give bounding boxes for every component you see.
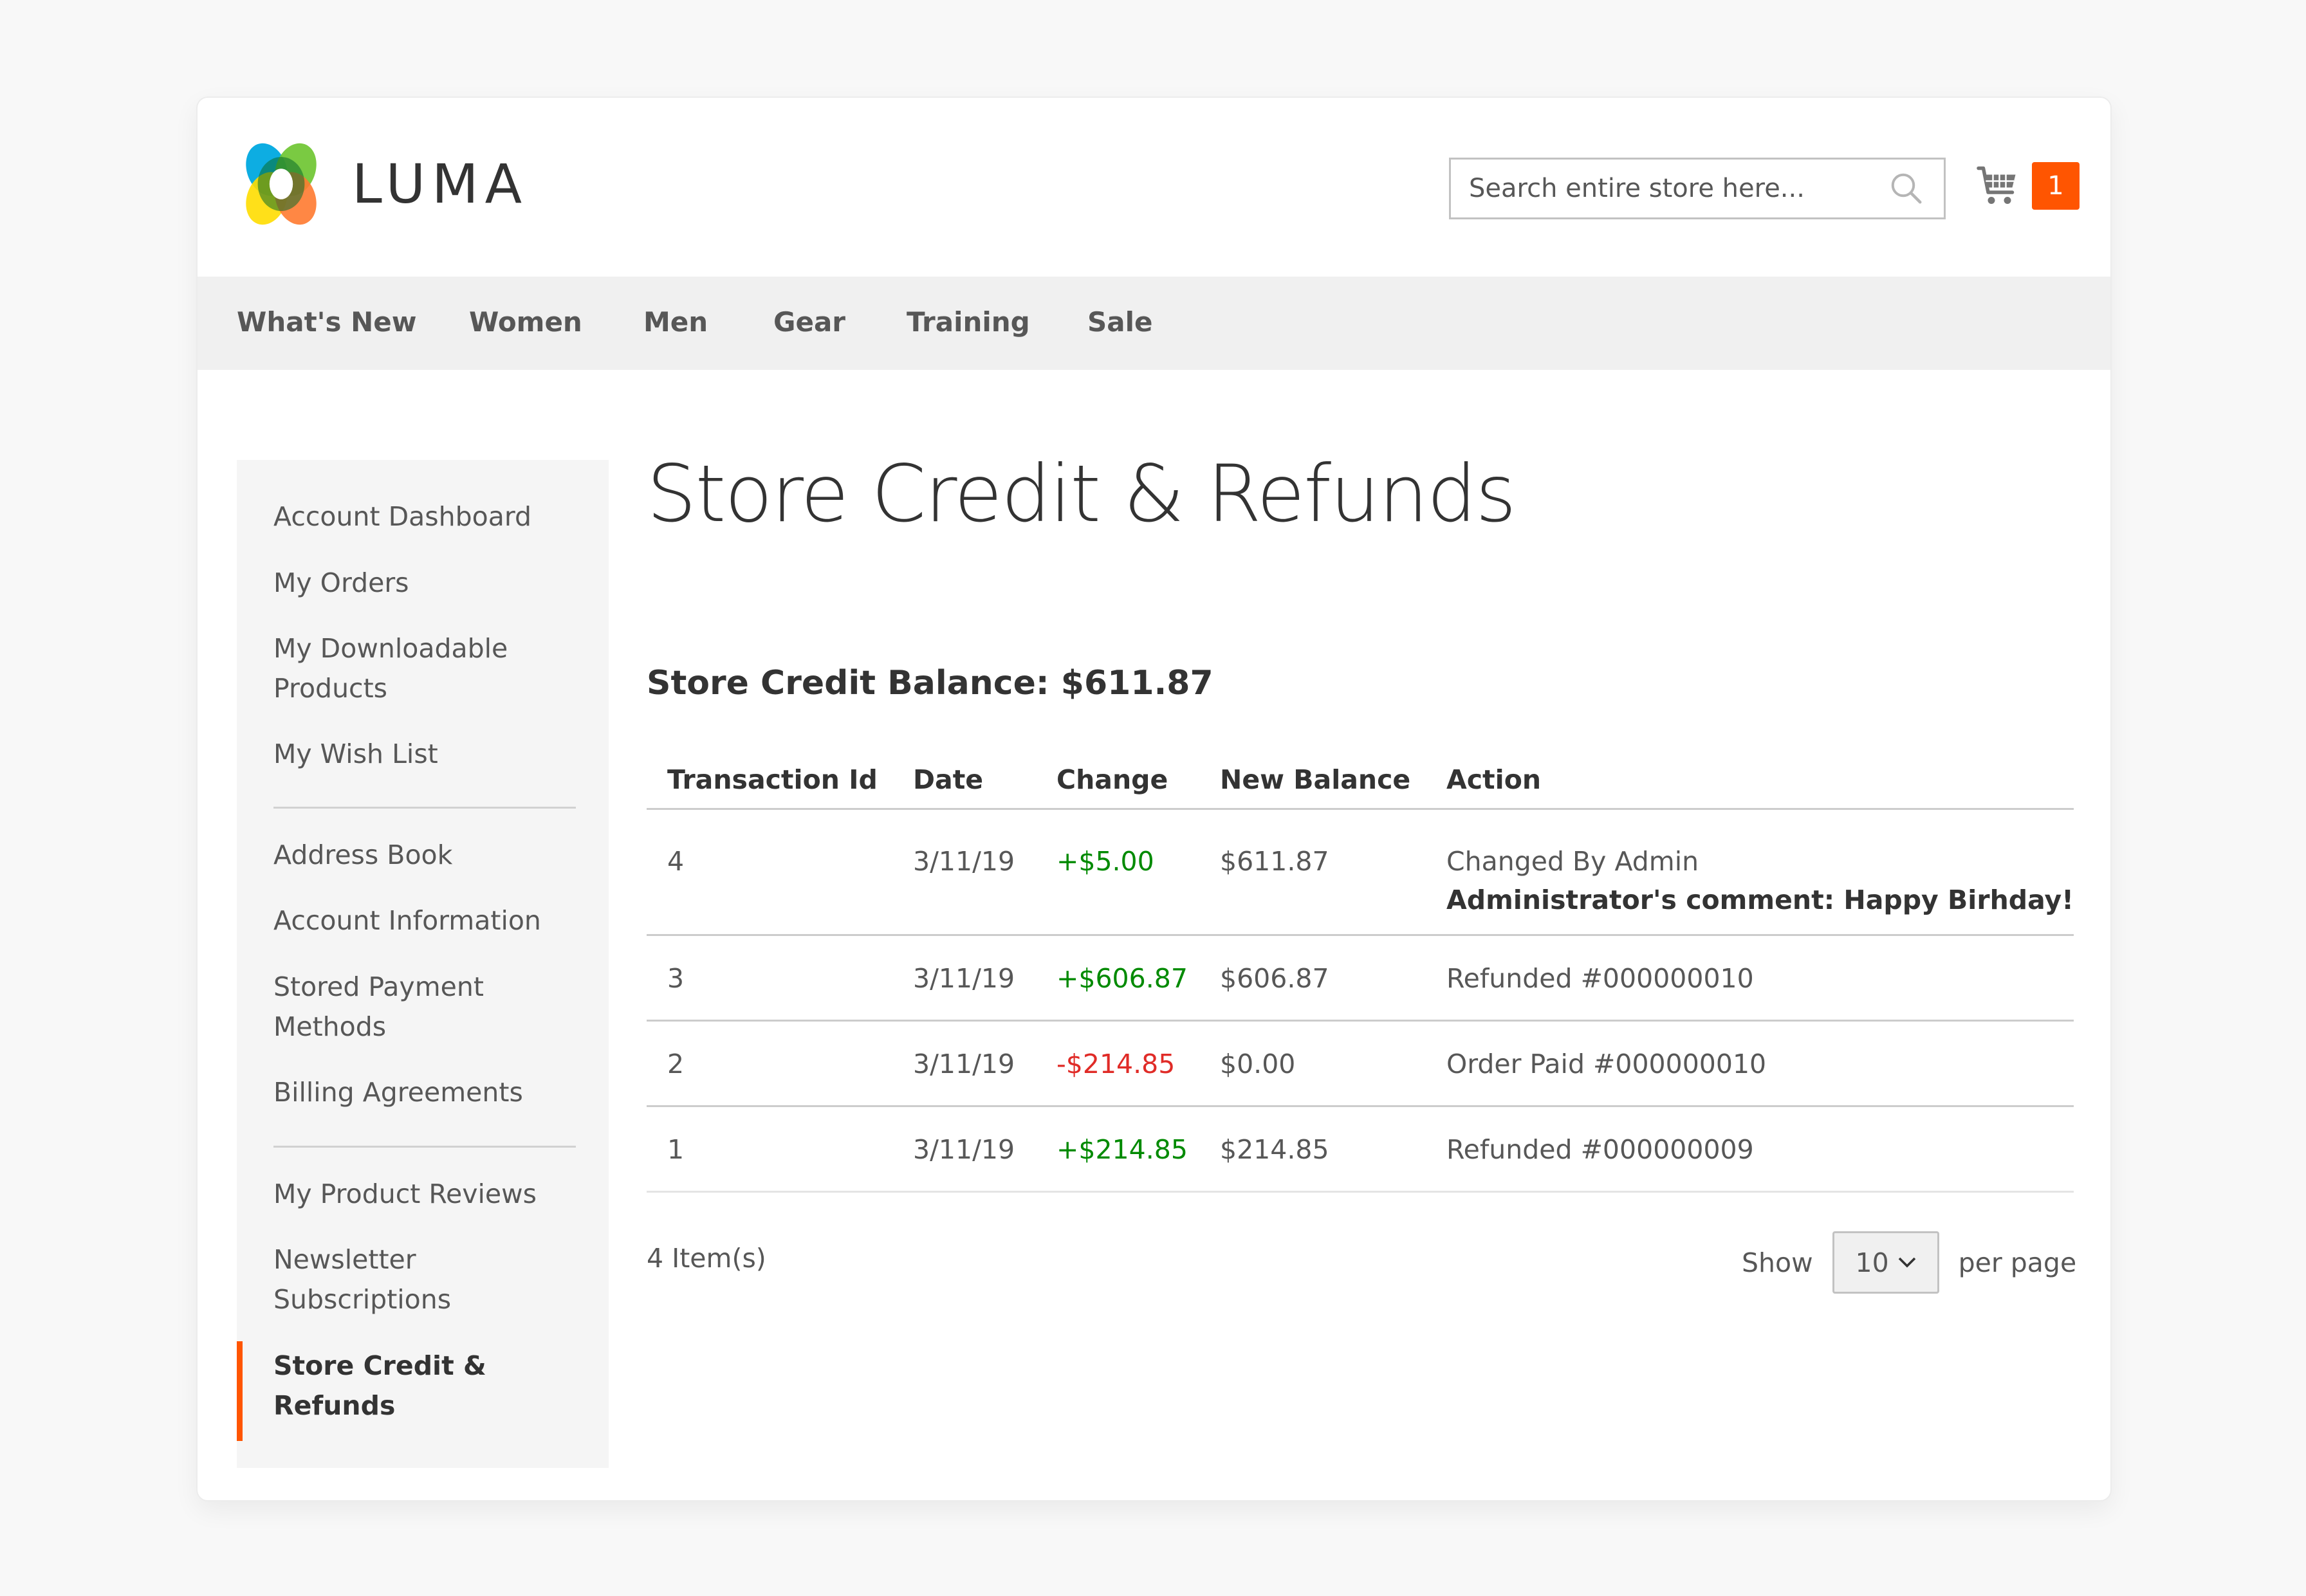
sidebar-divider xyxy=(273,1146,576,1148)
cell-action: Changed By Admin Administrator's comment… xyxy=(1446,846,2074,915)
cart-icon[interactable] xyxy=(1975,163,2020,209)
sidebar-item-my-orders[interactable]: My Orders xyxy=(273,563,576,603)
table-row: 2 3/11/19 -$214.85 $0.00 Order Paid #000… xyxy=(647,1022,2074,1107)
account-sidebar: Account Dashboard My Orders My Downloada… xyxy=(237,460,609,1468)
active-indicator xyxy=(237,1341,243,1441)
items-count: 4 Item(s) xyxy=(647,1243,766,1274)
search-icon[interactable] xyxy=(1887,169,1926,208)
main-nav: What's New Women Men Gear Training Sale xyxy=(198,277,2110,370)
cell-date: 3/11/19 xyxy=(913,1049,1015,1079)
sidebar-item-address-book[interactable]: Address Book xyxy=(273,835,576,875)
nav-item-whats-new[interactable]: What's New xyxy=(237,306,417,338)
cell-transaction-id: 1 xyxy=(667,1134,685,1165)
column-header-action: Action xyxy=(1446,764,1542,795)
store-credit-balance: Store Credit Balance: $611.87 xyxy=(647,664,1213,702)
brand-name: LUMA xyxy=(352,152,529,216)
table-row: 4 3/11/19 +$5.00 $611.87 Changed By Admi… xyxy=(647,810,2074,936)
sidebar-item-my-downloadable-products[interactable]: My Downloadable Products xyxy=(273,628,576,708)
cell-transaction-id: 2 xyxy=(667,1049,685,1079)
nav-item-training[interactable]: Training xyxy=(907,306,1030,338)
table-row: 1 3/11/19 +$214.85 $214.85 Refunded #000… xyxy=(647,1107,2074,1193)
nav-item-men[interactable]: Men xyxy=(643,306,708,338)
action-text: Changed By Admin xyxy=(1446,846,1699,877)
transactions-table: Transaction Id Date Change New Balance A… xyxy=(647,741,2074,1193)
limiter-show-label: Show xyxy=(1742,1247,1813,1278)
cell-date: 3/11/19 xyxy=(913,1134,1015,1165)
sidebar-item-account-information[interactable]: Account Information xyxy=(273,901,576,940)
cell-new-balance: $0.00 xyxy=(1220,1049,1296,1079)
column-header-transaction-id: Transaction Id xyxy=(667,764,878,795)
minicart[interactable]: 1 xyxy=(1975,162,2080,210)
page-size-limiter: Show 10 per page xyxy=(1742,1231,2076,1294)
column-header-new-balance: New Balance xyxy=(1220,764,1411,795)
page-title: Store Credit & Refunds xyxy=(647,448,1517,540)
cell-date: 3/11/19 xyxy=(913,963,1015,994)
table-row: 3 3/11/19 +$606.87 $606.87 Refunded #000… xyxy=(647,936,2074,1022)
cell-transaction-id: 4 xyxy=(667,846,685,877)
chevron-down-icon xyxy=(1898,1257,1915,1268)
column-header-date: Date xyxy=(913,764,984,795)
page-card: LUMA 1 What's New Women Men Gear Trainin… xyxy=(196,96,2112,1501)
cell-new-balance: $611.87 xyxy=(1220,846,1329,877)
sidebar-item-newsletter-subscriptions[interactable]: Newsletter Subscriptions xyxy=(273,1240,576,1319)
sidebar-item-my-wish-list[interactable]: My Wish List xyxy=(273,734,576,774)
nav-item-sale[interactable]: Sale xyxy=(1087,306,1152,338)
cell-action: Refunded #000000010 xyxy=(1446,963,1754,994)
logo[interactable]: LUMA xyxy=(236,139,528,229)
sidebar-item-account-dashboard[interactable]: Account Dashboard xyxy=(273,497,576,537)
sidebar-divider xyxy=(273,807,576,809)
cell-action: Order Paid #000000010 xyxy=(1446,1049,1767,1079)
column-header-change: Change xyxy=(1056,764,1168,795)
page-size-select[interactable]: 10 xyxy=(1832,1231,1939,1294)
sidebar-item-store-credit-refunds[interactable]: Store Credit & Refunds xyxy=(273,1346,576,1426)
table-header: Transaction Id Date Change New Balance A… xyxy=(647,741,2074,810)
cell-change: +$606.87 xyxy=(1056,963,1188,994)
nav-item-gear[interactable]: Gear xyxy=(773,306,845,338)
cell-change: -$214.85 xyxy=(1056,1049,1176,1079)
search-box[interactable] xyxy=(1449,158,1946,219)
luma-logo-icon xyxy=(246,143,317,225)
cell-change: +$5.00 xyxy=(1056,846,1154,877)
limiter-per-page-label: per page xyxy=(1958,1247,2077,1278)
cell-change: +$214.85 xyxy=(1056,1134,1188,1165)
cell-date: 3/11/19 xyxy=(913,846,1015,877)
cell-action: Refunded #000000009 xyxy=(1446,1134,1754,1165)
cart-count-badge: 1 xyxy=(2032,162,2080,210)
cell-transaction-id: 3 xyxy=(667,963,685,994)
cell-new-balance: $606.87 xyxy=(1220,963,1329,994)
nav-item-women[interactable]: Women xyxy=(469,306,582,338)
admin-comment: Administrator's comment: Happy Birhday! xyxy=(1446,885,2074,915)
cell-new-balance: $214.85 xyxy=(1220,1134,1329,1165)
sidebar-item-my-product-reviews[interactable]: My Product Reviews xyxy=(273,1174,576,1214)
page-size-value: 10 xyxy=(1855,1247,1889,1278)
sidebar-item-stored-payment-methods[interactable]: Stored Payment Methods xyxy=(273,967,576,1047)
search-input[interactable] xyxy=(1451,159,1887,218)
sidebar-item-billing-agreements[interactable]: Billing Agreements xyxy=(273,1072,576,1112)
